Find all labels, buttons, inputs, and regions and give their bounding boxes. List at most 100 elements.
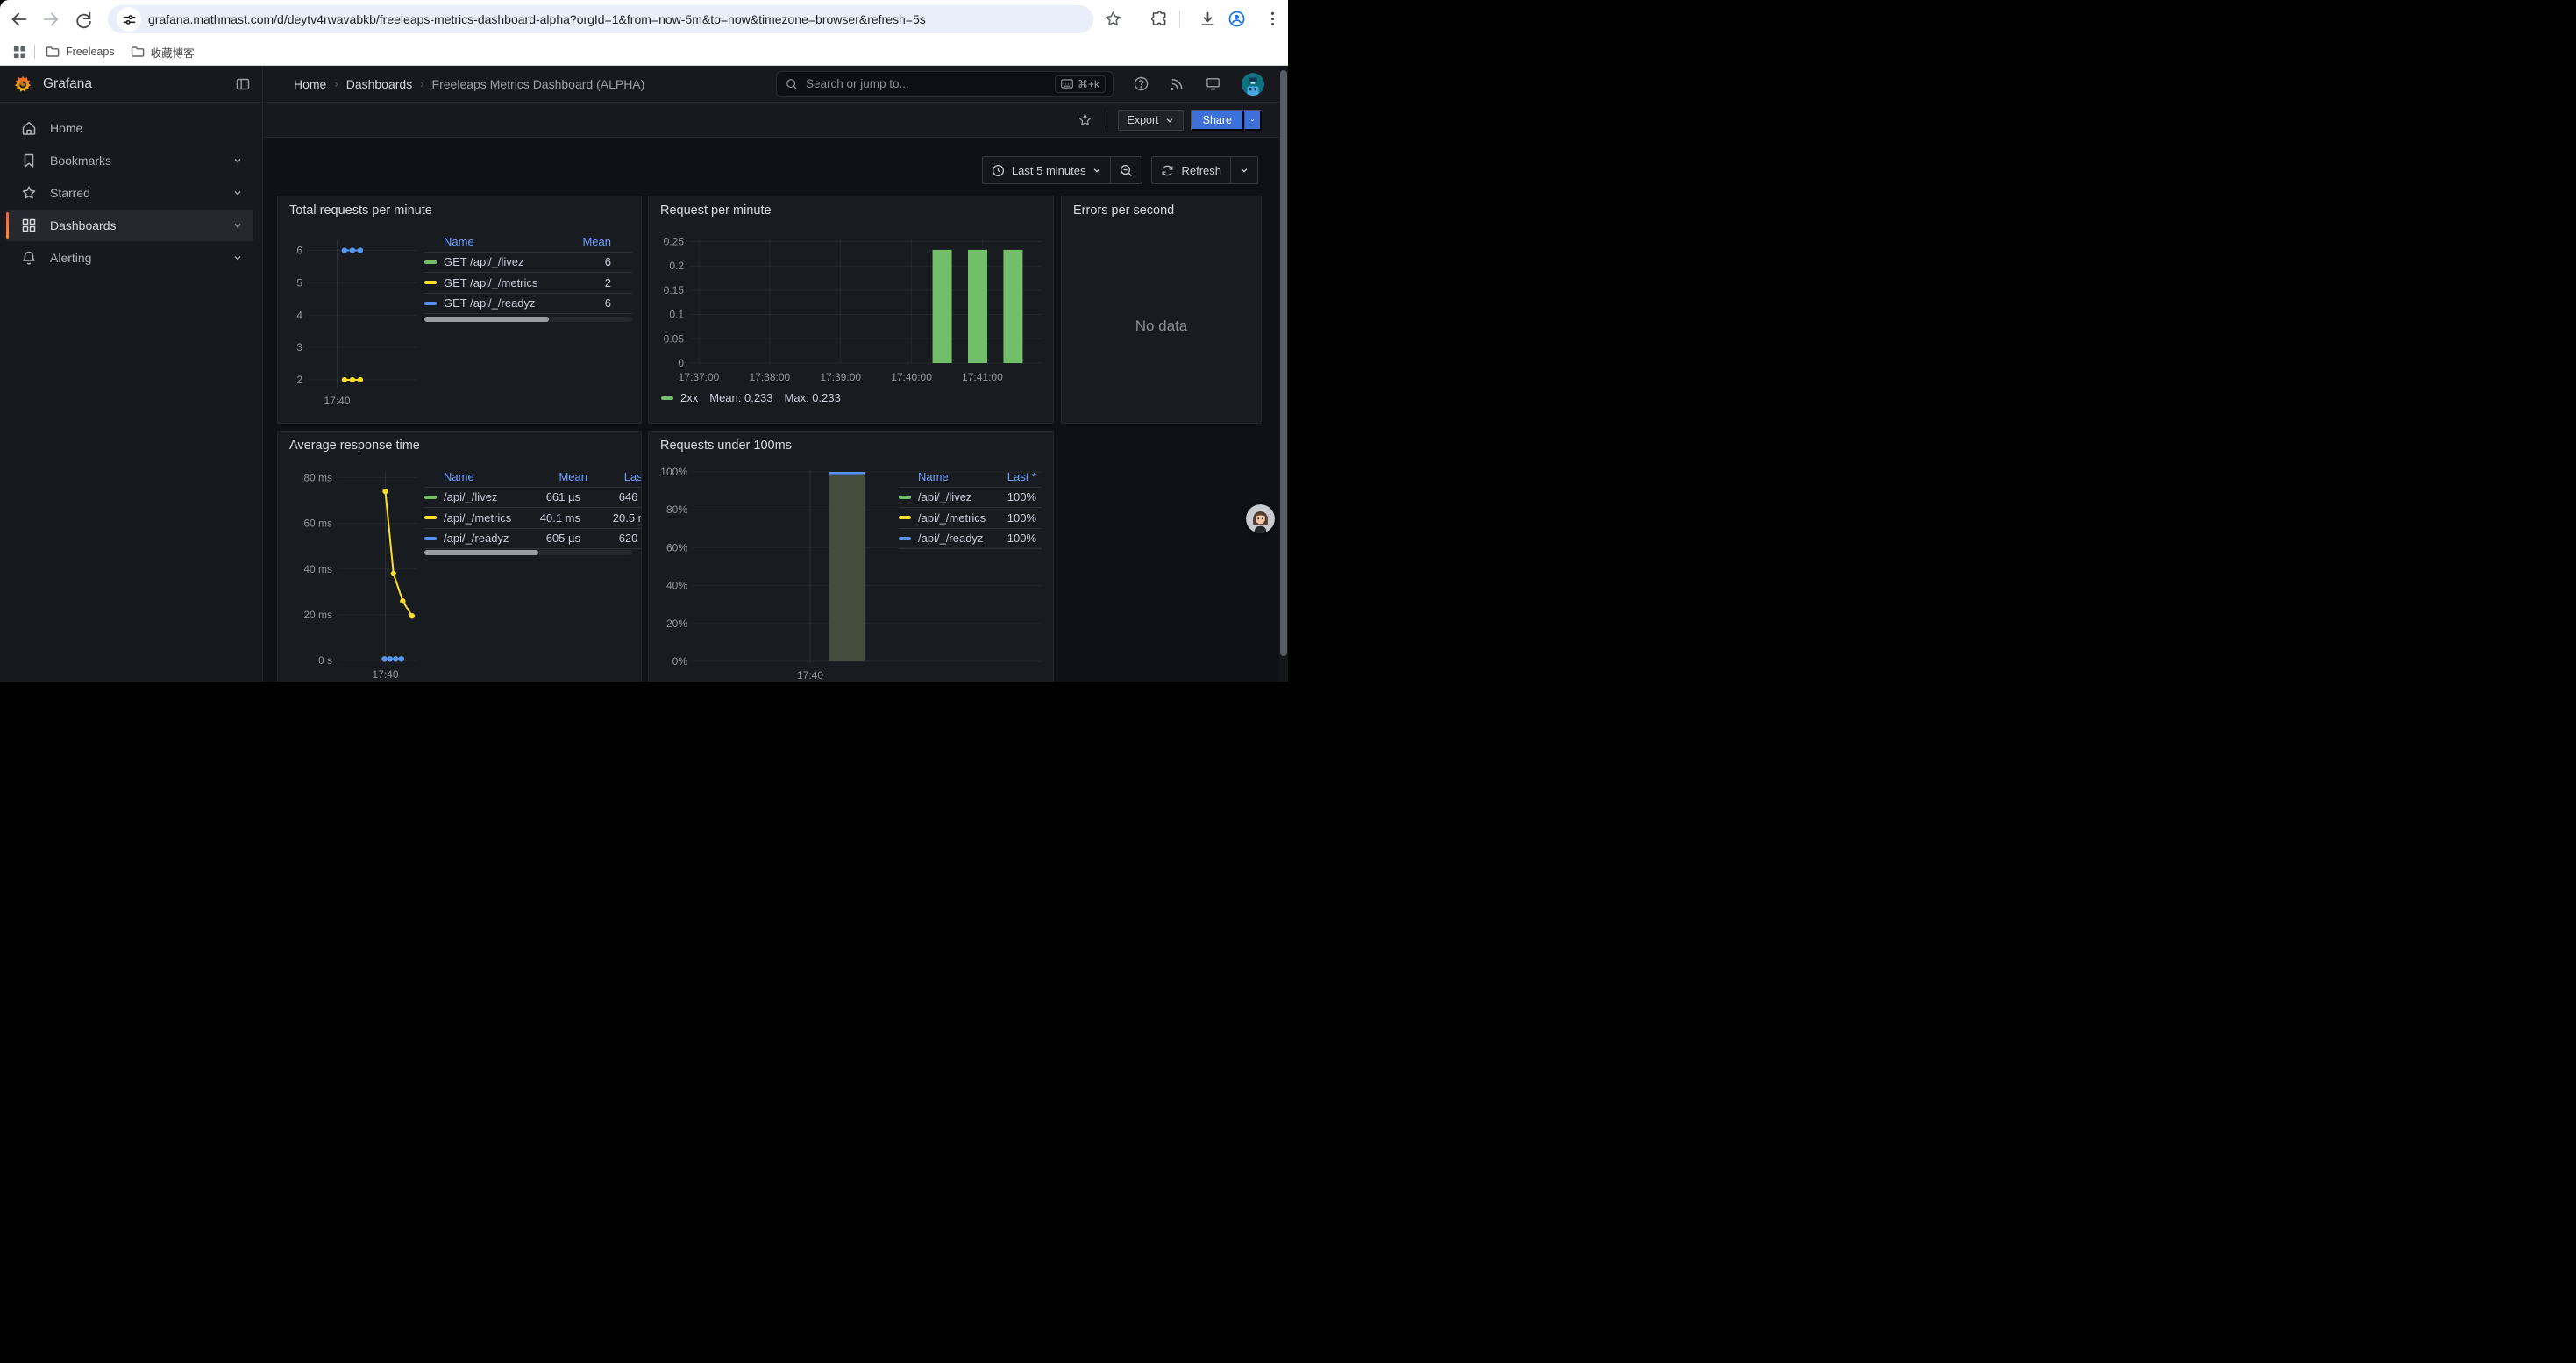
grafana-logo[interactable] <box>14 75 32 93</box>
series-color-pill[interactable] <box>424 496 437 499</box>
legend-row[interactable]: GET /api/_/livez6 <box>424 253 632 274</box>
chevron-down-icon[interactable] <box>232 188 243 198</box>
column-mean[interactable]: Mean <box>534 470 587 483</box>
series-color-pill[interactable] <box>424 302 437 305</box>
chevron-down-icon[interactable] <box>232 220 243 231</box>
reload-icon[interactable] <box>74 10 93 29</box>
series-color-pill[interactable] <box>899 516 911 519</box>
cell-value: 661 µs <box>527 490 580 503</box>
breadcrumb-dashboards[interactable]: Dashboards <box>346 77 413 91</box>
column-last[interactable]: Last * <box>587 470 642 483</box>
back-icon[interactable] <box>10 10 29 29</box>
panel-title[interactable]: Errors per second <box>1073 203 1174 218</box>
favorite-star-icon[interactable] <box>1078 112 1092 127</box>
panel-average-response-time: Average response time 80 ms60 ms40 ms20 … <box>277 431 642 682</box>
extensions-icon[interactable] <box>1150 10 1169 29</box>
sidebar-item-dashboards[interactable]: Dashboards <box>6 210 253 241</box>
series-name[interactable]: GET /api/_/livez <box>444 255 559 268</box>
series-color-pill[interactable] <box>424 516 437 519</box>
site-settings-icon[interactable] <box>117 7 141 32</box>
legend-item-2xx[interactable]: 2xx <box>661 391 698 404</box>
chevron-down-icon[interactable] <box>232 155 243 166</box>
column-name[interactable]: Name <box>918 470 993 483</box>
series-name[interactable]: /api/_/readyz <box>918 532 993 545</box>
series-name[interactable]: /api/_/readyz <box>444 532 527 545</box>
svg-text:17:40: 17:40 <box>324 395 350 407</box>
help-icon[interactable] <box>1134 76 1149 91</box>
sidebar-item-label: Alerting <box>50 251 91 265</box>
legend-row[interactable]: /api/_/metrics100% <box>899 508 1042 529</box>
legend-scrollbar[interactable] <box>424 317 632 322</box>
page-scrollbar[interactable] <box>1279 66 1288 682</box>
share-menu-button[interactable] <box>1244 110 1262 131</box>
series-name[interactable]: GET /api/_/metrics <box>444 276 559 289</box>
share-button[interactable]: Share <box>1191 110 1244 131</box>
sidebar-item-alerting[interactable]: Alerting <box>6 242 253 274</box>
time-controls: Last 5 minutes Refresh <box>982 156 1258 184</box>
panel-total-requests-per-minute: Total requests per minute 6543217:40 Nam… <box>277 196 642 424</box>
series-color-pill[interactable] <box>424 260 437 264</box>
apps-icon <box>21 218 37 233</box>
legend: 2xx Mean: 0.233 Max: 0.233 <box>661 391 841 404</box>
column-last[interactable]: Last * <box>993 470 1036 483</box>
sidebar-item-home[interactable]: Home <box>6 112 253 144</box>
series-color-pill[interactable] <box>899 496 911 499</box>
series-name[interactable]: /api/_/metrics <box>918 511 993 525</box>
refresh-button[interactable]: Refresh <box>1152 157 1230 183</box>
series-name[interactable]: /api/_/livez <box>444 490 527 503</box>
series-color-pill[interactable] <box>424 537 437 540</box>
floating-assistant-avatar[interactable] <box>1246 504 1275 533</box>
user-avatar[interactable] <box>1242 73 1264 96</box>
legend-row[interactable]: GET /api/_/metrics2 <box>424 273 632 294</box>
column-name[interactable]: Name <box>444 470 527 483</box>
url-bar[interactable] <box>108 5 1093 33</box>
header-icons <box>1134 73 1264 96</box>
breadcrumb-home[interactable]: Home <box>294 77 326 91</box>
sidebar-item-bookmarks[interactable]: Bookmarks <box>6 145 253 176</box>
legend-row[interactable]: /api/_/livez100% <box>899 488 1042 509</box>
request-per-minute-chart[interactable]: 0.250.20.150.10.05017:37:0017:38:0017:39… <box>649 196 1053 423</box>
bookmark-star-icon[interactable] <box>1104 10 1122 29</box>
svg-text:80%: 80% <box>666 503 687 516</box>
time-range-picker[interactable]: Last 5 minutes <box>983 157 1111 183</box>
legend-row[interactable]: /api/_/readyz605 µs620 µs <box>424 529 642 550</box>
download-icon[interactable] <box>1199 10 1217 29</box>
scrollbar-thumb[interactable] <box>1280 70 1287 656</box>
sidebar-item-label: Bookmarks <box>50 153 111 168</box>
svg-text:20%: 20% <box>666 617 687 630</box>
url-input[interactable] <box>141 12 1093 26</box>
export-button[interactable]: Export <box>1118 110 1184 131</box>
svg-text:17:41:00: 17:41:00 <box>962 371 1003 383</box>
chevron-down-icon[interactable] <box>232 253 243 263</box>
zoom-out-button[interactable] <box>1111 157 1142 183</box>
series-name[interactable]: /api/_/livez <box>918 490 993 503</box>
sidebar-item-starred[interactable]: Starred <box>6 177 253 209</box>
series-color-pill[interactable] <box>424 281 437 284</box>
refresh-interval-dropdown[interactable] <box>1231 157 1257 183</box>
series-name[interactable]: /api/_/metrics <box>444 511 527 525</box>
bookmarks-separator <box>34 45 35 59</box>
legend-row[interactable]: /api/_/livez661 µs646 µs <box>424 488 642 509</box>
bookmark-folder-freeleaps[interactable]: Freeleaps <box>46 45 115 59</box>
legend-row[interactable]: GET /api/_/readyz6 <box>424 294 632 315</box>
browser-menu-icon[interactable] <box>1263 10 1282 29</box>
series-name[interactable]: GET /api/_/readyz <box>444 296 559 310</box>
svg-text:0.05: 0.05 <box>664 332 685 345</box>
kiosk-monitor-icon[interactable] <box>1206 76 1220 91</box>
bookmark-icon <box>21 153 37 168</box>
legend-row[interactable]: /api/_/metrics40.1 ms20.5 ms <box>424 508 642 529</box>
news-rss-icon[interactable] <box>1170 76 1185 91</box>
svg-text:4: 4 <box>296 309 302 321</box>
column-name[interactable]: Name <box>444 235 559 248</box>
svg-text:17:40: 17:40 <box>797 669 823 682</box>
profile-icon[interactable] <box>1228 10 1246 29</box>
apps-grid-icon[interactable] <box>12 45 27 60</box>
series-color-pill[interactable] <box>899 537 911 540</box>
search-field[interactable] <box>804 76 1055 91</box>
legend-scrollbar[interactable] <box>424 550 632 555</box>
legend-row[interactable]: /api/_/readyz100% <box>899 529 1042 550</box>
bookmark-folder-blogs[interactable]: 收藏博客 <box>131 44 195 61</box>
dock-sidebar-icon[interactable] <box>236 77 250 91</box>
search-input[interactable]: ⌘+k <box>776 71 1114 97</box>
column-mean[interactable]: Mean <box>559 235 611 248</box>
